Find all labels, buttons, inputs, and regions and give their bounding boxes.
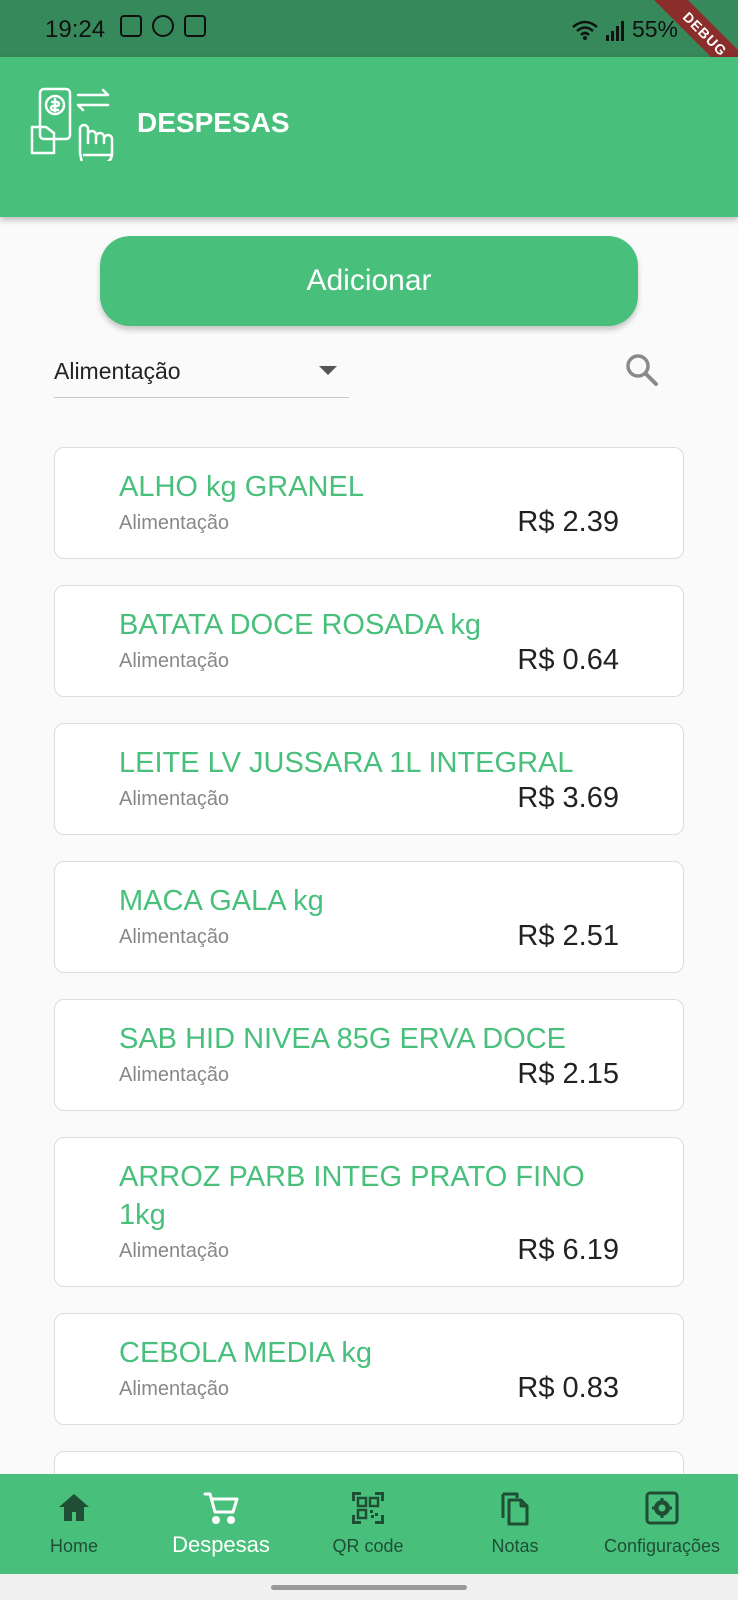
copy-icon (501, 1492, 529, 1526)
expense-name: ARROZ PARB INTEG PRATO FINO 1kg (119, 1161, 585, 1231)
expense-price: R$ 2.39 (517, 506, 619, 538)
expense-card[interactable]: BATATA DOCE ROSADA kg Alimentação R$ 0.6… (54, 585, 684, 697)
bottom-navigation: Home Despesas QR code Notas Configuraçõe… (0, 1474, 738, 1574)
expense-price: R$ 3.69 (517, 782, 619, 814)
expense-card[interactable]: MACA GALA kg Alimentação R$ 2.51 (54, 861, 684, 973)
expense-name: SAB HID NIVEA 85G ERVA DOCE (119, 1023, 566, 1055)
system-navigation-bar (0, 1574, 738, 1600)
expense-price: R$ 6.19 (517, 1234, 619, 1266)
expense-price: R$ 2.51 (517, 920, 619, 952)
search-icon[interactable] (622, 350, 662, 390)
app-bar: DESPESAS (0, 57, 738, 217)
expense-card[interactable]: ALHO kg GRANEL Alimentação R$ 2.39 (54, 447, 684, 559)
expense-name: ALHO kg GRANEL (119, 471, 364, 503)
expense-name: LEITE LV JUSSARA 1L INTEGRAL (119, 747, 574, 779)
expense-price: R$ 2.15 (517, 1058, 619, 1090)
home-icon (59, 1494, 89, 1521)
signal-icon (605, 19, 624, 41)
expense-name: CEBOLA MEDIA kg (119, 1337, 373, 1369)
image-icon (120, 15, 142, 37)
category-dropdown-value: Alimentação (54, 358, 181, 384)
nav-label: Home (49, 1536, 98, 1556)
wifi-icon (572, 20, 598, 40)
nav-label: QR code (332, 1536, 404, 1556)
expense-price: R$ 0.83 (517, 1372, 619, 1404)
add-expense-button[interactable]: Adicionar (100, 236, 638, 326)
expense-category: Alimentação (119, 1240, 230, 1262)
qr-code-icon (352, 1492, 384, 1524)
expense-name: BATATA DOCE ROSADA kg (119, 609, 482, 641)
nav-label: Despesas (172, 1532, 270, 1557)
home-indicator[interactable] (271, 1585, 467, 1590)
expense-card[interactable]: ARROZ PARB INTEG PRATO FINO 1kg Alimenta… (54, 1137, 684, 1287)
expense-category: Alimentação (119, 788, 230, 810)
nav-qr-code[interactable]: QR code (294, 1474, 442, 1574)
expense-card[interactable]: SAB HID NIVEA 85G ERVA DOCE Alimentação … (54, 999, 684, 1111)
nav-label: Configurações (603, 1536, 721, 1556)
chevron-down-icon (319, 366, 337, 375)
nav-despesas[interactable]: Despesas (147, 1474, 295, 1574)
nav-configuracoes[interactable]: Configurações (588, 1474, 736, 1574)
settings-icon (645, 1491, 679, 1525)
expense-category: Alimentação (119, 512, 230, 534)
whatsapp-icon (152, 15, 174, 37)
expense-card[interactable]: CEBOLA MEDIA kg Alimentação R$ 0.83 (54, 1313, 684, 1425)
expense-list[interactable]: ALHO kg GRANEL Alimentação R$ 2.39 BATAT… (54, 447, 684, 1475)
page-title: DESPESAS (137, 107, 290, 138)
expense-name: MACA GALA kg (119, 885, 324, 917)
expense-card[interactable] (54, 1451, 684, 1475)
nav-home[interactable]: Home (0, 1474, 148, 1574)
cart-icon (203, 1492, 239, 1524)
expense-hand-icon (30, 87, 114, 161)
battery-level: 55% (631, 16, 678, 42)
nav-label: Notas (491, 1536, 539, 1556)
expense-category: Alimentação (119, 650, 230, 672)
nav-notas[interactable]: Notas (441, 1474, 589, 1574)
expense-card[interactable]: LEITE LV JUSSARA 1L INTEGRAL Alimentação… (54, 723, 684, 835)
expense-price: R$ 0.64 (517, 644, 619, 676)
expense-category: Alimentação (119, 1064, 230, 1086)
expense-category: Alimentação (119, 926, 230, 948)
status-bar: 19:24 55% (0, 0, 738, 57)
category-dropdown[interactable]: Alimentação (54, 350, 349, 398)
app-icon (184, 15, 206, 37)
expense-category: Alimentação (119, 1378, 230, 1400)
status-time: 19:24 (45, 16, 106, 43)
